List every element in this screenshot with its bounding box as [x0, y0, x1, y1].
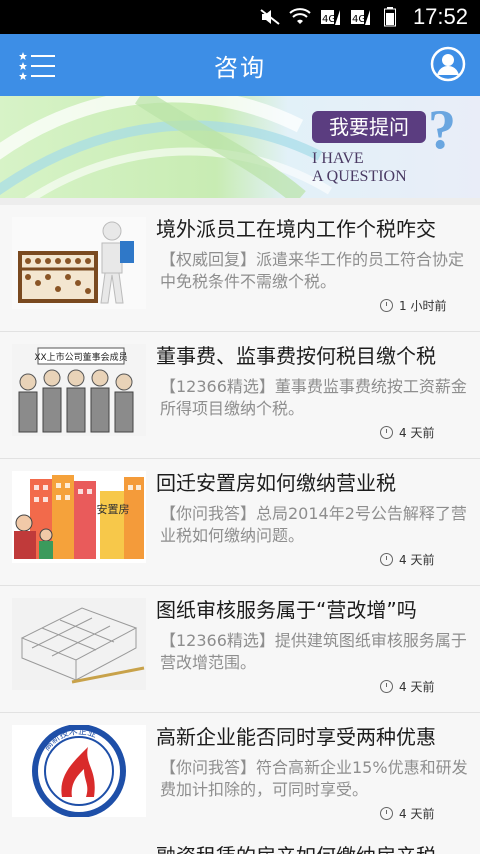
blueprint-sketch-thumbnail: [12, 598, 146, 690]
news-summary: 【12366精选】提供建筑图纸审核服务属于营改增范围。: [160, 631, 467, 672]
news-item[interactable]: 境外派员工在境内工作个税咋交 【权威回复】派遣来华工作的员工符合协定中免税条件不…: [0, 205, 480, 332]
news-title: 融资租赁的房产如何缴纳房产税: [156, 840, 436, 854]
news-item[interactable]: 安置房 回迁安置房如何缴纳营业税 【你问我答】总局2014年2号公告解释了营业税…: [0, 459, 480, 586]
news-item[interactable]: 图纸审核服务属于“营改增”吗 【12366精选】提供建筑图纸审核服务属于营改增范…: [0, 586, 480, 713]
status-bar: 4G 4G 17:52: [0, 0, 480, 34]
svg-text:4G: 4G: [352, 14, 366, 25]
news-time: 1 小时前: [380, 297, 446, 314]
banner-english-line2: A QUESTION: [312, 168, 407, 185]
sim1-icon: 4G: [319, 7, 341, 27]
sim2-icon: 4G: [349, 7, 371, 27]
news-item[interactable]: XX上市公司董事会成员 董事费、监事费按何税目缴个税 【12366精选】董事费监…: [0, 332, 480, 459]
news-time: 4 天前: [380, 424, 434, 441]
news-title: 董事费、监事费按何税目缴个税: [156, 344, 436, 368]
news-time: 4 天前: [380, 551, 434, 568]
news-summary: 【12366精选】董事费监事费统按工资薪金所得项目缴纳个税。: [160, 377, 467, 418]
battery-icon: [379, 7, 401, 27]
banner-english-text: I HAVE A QUESTION: [312, 150, 407, 186]
user-profile-icon[interactable]: [430, 46, 466, 82]
abacus-figure-thumbnail: [12, 217, 146, 309]
banner-ask-tag: 我要提问: [312, 111, 426, 143]
news-list: 境外派员工在境内工作个税咋交 【权威回复】派遣来华工作的员工符合协定中免税条件不…: [0, 205, 480, 840]
news-time-text: 4 天前: [399, 553, 435, 567]
status-time: 17:52: [412, 4, 468, 29]
clock-icon: [380, 807, 393, 820]
page-title: 咨询: [214, 53, 266, 82]
clock-icon: [380, 553, 393, 566]
app-bar: 咨询: [0, 34, 480, 96]
news-item-partial[interactable]: 融资租赁的房产如何缴纳房产税: [0, 838, 480, 854]
news-time-text: 1 小时前: [399, 299, 447, 313]
mute-icon: [259, 7, 281, 27]
news-title: 图纸审核服务属于“营改增”吗: [156, 598, 417, 622]
news-time-text: 4 天前: [399, 807, 435, 821]
board-members-thumbnail: XX上市公司董事会成员: [12, 344, 146, 436]
board-sign-text: XX上市公司董事会成员: [34, 351, 127, 363]
clock-icon: [380, 299, 393, 312]
hi-tech-badge-thumbnail: 高新技术企业: [12, 725, 146, 817]
question-mark-icon: ?: [428, 99, 456, 161]
news-time: 4 天前: [380, 805, 434, 822]
resettlement-buildings-thumbnail: 安置房: [12, 471, 146, 563]
svg-text:4G: 4G: [322, 14, 336, 25]
news-title: 回迁安置房如何缴纳营业税: [156, 471, 396, 495]
news-summary: 【权威回复】派遣来华工作的员工符合协定中免税条件不需缴个税。: [160, 250, 465, 291]
news-time: 4 天前: [380, 678, 434, 695]
resettlement-sign-text: 安置房: [97, 502, 130, 516]
news-title: 高新企业能否同时享受两种优惠: [156, 725, 436, 749]
list-menu-icon[interactable]: [18, 48, 58, 82]
news-time-text: 4 天前: [399, 426, 435, 440]
news-title: 境外派员工在境内工作个税咋交: [156, 217, 436, 241]
news-summary: 【你问我答】符合高新企业15%优惠和研发费加计扣除的，可同时享受。: [160, 758, 468, 799]
clock-icon: [380, 426, 393, 439]
banner-english-line1: I HAVE: [312, 150, 364, 167]
news-time-text: 4 天前: [399, 680, 435, 694]
news-summary: 【你问我答】总局2014年2号公告解释了营业税如何缴纳问题。: [160, 504, 467, 545]
wifi-icon: [289, 7, 311, 27]
news-item[interactable]: 高新技术企业 高新企业能否同时享受两种优惠 【你问我答】符合高新企业15%优惠和…: [0, 713, 480, 840]
clock-icon: [380, 680, 393, 693]
